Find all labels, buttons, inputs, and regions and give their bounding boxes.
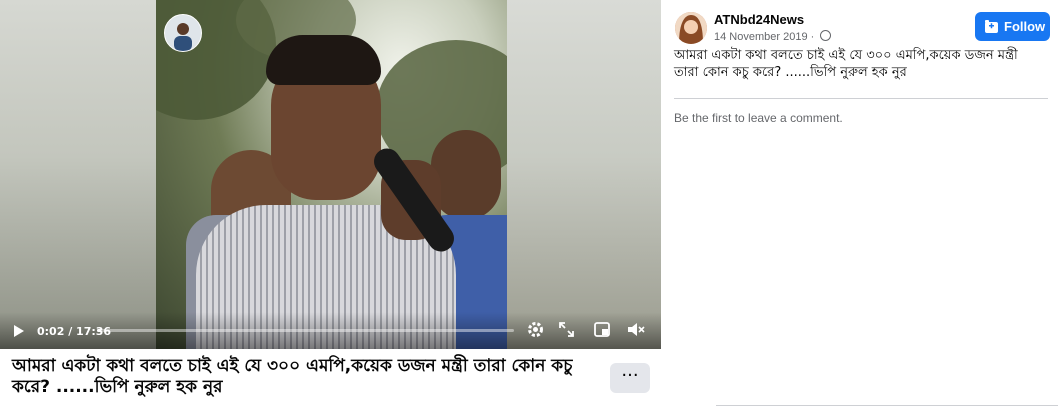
video-progress-fill <box>97 329 102 332</box>
speaker-hair <box>266 35 381 85</box>
page-avatar-image <box>675 12 707 44</box>
play-icon[interactable] <box>13 323 25 342</box>
expand-icon[interactable] <box>559 322 574 341</box>
empty-comments-message: Be the first to leave a comment. <box>674 111 843 125</box>
divider <box>716 405 1058 406</box>
post-date-text: 14 November 2019 · <box>714 31 818 43</box>
person-background-right <box>431 130 501 220</box>
gear-icon[interactable] <box>527 321 544 342</box>
page-name[interactable]: ATNbd24News <box>714 12 804 27</box>
video-controls-bar: 0:02 / 17:36 <box>0 312 661 349</box>
globe-icon <box>820 30 832 41</box>
volume-muted-icon[interactable] <box>627 322 645 341</box>
channel-avatar[interactable] <box>164 14 202 52</box>
post-sidebar: ATNbd24News 14 November 2019 · Follow আম… <box>661 0 1058 407</box>
post-caption: আমরা একটা কথা বলতে চাই এই যে ৩০০ এমপি,কয… <box>12 356 573 397</box>
follow-label: Follow <box>1004 19 1046 34</box>
follow-button[interactable]: Follow <box>975 12 1050 41</box>
picture-in-picture-icon[interactable] <box>594 322 610 341</box>
video-player[interactable]: 0:02 / 17:36 <box>0 0 661 349</box>
video-post-panel: 0:02 / 17:36 আমরা একটা কথা বলতে চাই এই য… <box>0 0 661 407</box>
video-frame[interactable] <box>156 0 507 349</box>
divider <box>674 98 1048 99</box>
follow-page-icon <box>985 20 998 36</box>
post-date[interactable]: 14 November 2019 · <box>714 30 832 43</box>
video-blur-left <box>0 0 156 349</box>
video-progress-bar[interactable] <box>97 329 514 332</box>
page-avatar[interactable] <box>675 12 707 44</box>
more-options-button[interactable]: ··· <box>610 363 650 393</box>
channel-avatar-image <box>165 15 201 51</box>
video-blur-right <box>507 0 661 349</box>
post-text: আমরা একটা কথা বলতে চাই এই যে ৩০০ এমপি,কয… <box>674 48 1018 80</box>
